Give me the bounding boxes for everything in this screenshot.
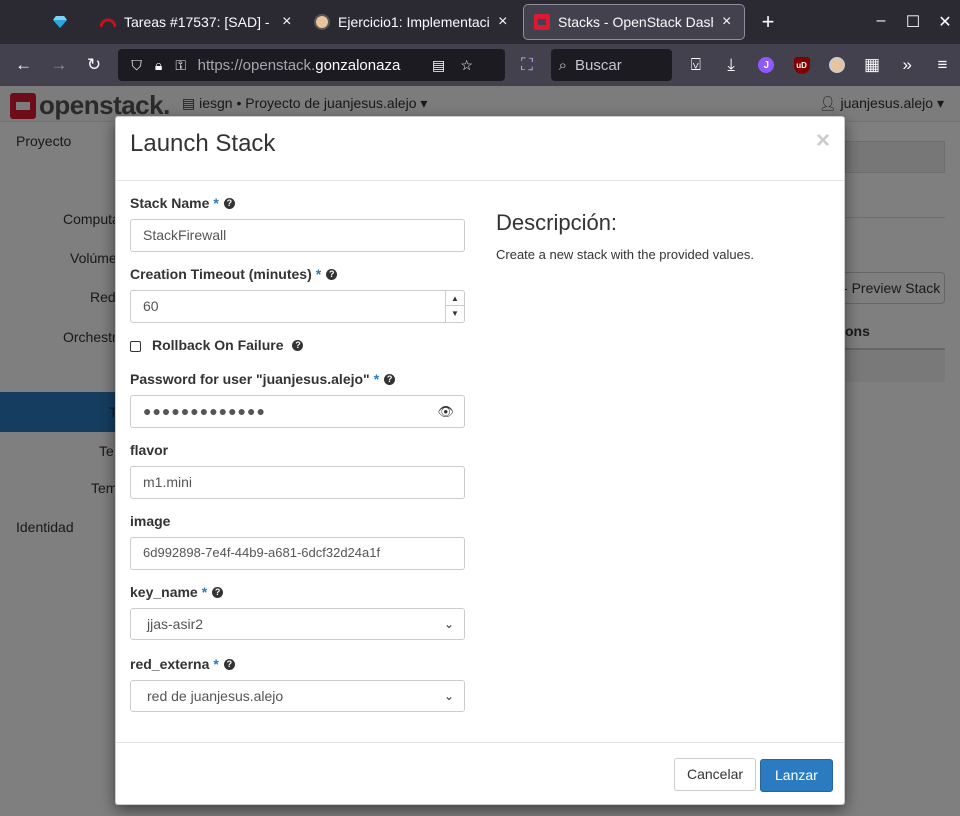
help-icon[interactable]: ? bbox=[384, 373, 396, 385]
red-externa-label: red_externa *? bbox=[130, 656, 235, 672]
key-name-select[interactable]: jjas-asir2 ⌄ bbox=[130, 608, 465, 640]
help-icon[interactable]: ? bbox=[223, 197, 235, 209]
description-text: Create a new stack with the provided val… bbox=[496, 247, 754, 262]
help-icon[interactable]: ? bbox=[223, 658, 235, 670]
help-icon[interactable]: ? bbox=[292, 339, 304, 351]
close-icon[interactable]: × bbox=[816, 129, 830, 153]
help-icon[interactable]: ? bbox=[212, 586, 224, 598]
modal-footer: Cancelar Lanzar bbox=[116, 742, 844, 805]
chevron-down-icon: ⌄ bbox=[443, 617, 454, 631]
creation-timeout-input[interactable]: 60 ▲ ▼ bbox=[130, 290, 465, 323]
image-input[interactable]: 6d992898-7e4f-44b9-a681-6dcf32d24a1f bbox=[130, 537, 465, 570]
red-externa-value: red de juanjesus.alejo bbox=[147, 688, 284, 704]
rollback-checkbox[interactable] bbox=[130, 341, 141, 352]
cancel-button[interactable]: Cancelar bbox=[674, 758, 757, 791]
key-name-label: key_name *? bbox=[130, 584, 224, 600]
rollback-label[interactable]: Rollback On Failure? bbox=[152, 337, 304, 353]
chrome-passthrough bbox=[0, 0, 960, 86]
flavor-input[interactable]: m1.mini bbox=[130, 466, 465, 499]
description-title: Descripción: bbox=[496, 210, 618, 235]
creation-timeout-label: Creation Timeout (minutes) *? bbox=[130, 266, 338, 282]
modal-title: Launch Stack bbox=[130, 130, 276, 157]
key-name-value: jjas-asir2 bbox=[147, 616, 204, 632]
timeout-value: 60 bbox=[143, 298, 159, 314]
help-icon[interactable]: ? bbox=[326, 268, 338, 280]
stack-name-label: Stack Name *? bbox=[130, 195, 235, 211]
launch-button[interactable]: Lanzar bbox=[760, 759, 833, 792]
image-label: image bbox=[130, 513, 171, 529]
password-value: ●●●●●●●●●●●●● bbox=[143, 403, 266, 419]
stack-name-input[interactable]: StackFirewall bbox=[130, 219, 465, 252]
password-input[interactable]: ●●●●●●●●●●●●● 👁︎ bbox=[130, 395, 465, 428]
red-externa-select[interactable]: red de juanjesus.alejo ⌄ bbox=[130, 680, 465, 712]
flavor-label: flavor bbox=[130, 442, 169, 458]
launch-stack-modal: Launch Stack × Stack Name *? StackFirewal… bbox=[115, 116, 845, 805]
stepper-up-icon[interactable]: ▲ bbox=[446, 291, 464, 306]
password-label: Password for user "juanjesus.alejo" *? bbox=[130, 371, 396, 387]
chevron-down-icon: ⌄ bbox=[443, 689, 454, 703]
stepper-down-icon[interactable]: ▼ bbox=[446, 306, 464, 321]
eye-icon[interactable]: 👁︎ bbox=[437, 404, 454, 420]
number-stepper[interactable]: ▲ ▼ bbox=[445, 291, 464, 322]
modal-header: Launch Stack × bbox=[116, 117, 844, 181]
